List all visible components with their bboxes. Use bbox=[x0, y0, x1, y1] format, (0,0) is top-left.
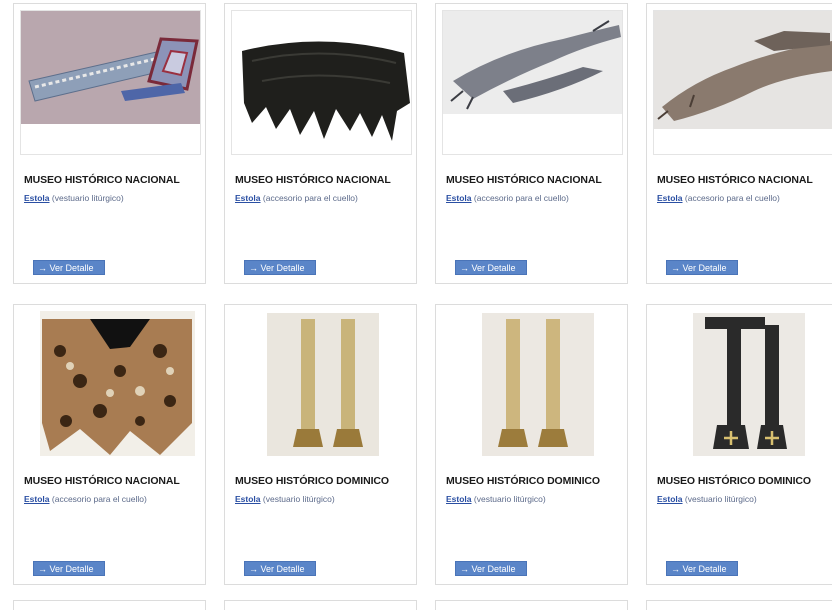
black-fur-stole-icon bbox=[232, 11, 411, 154]
item-card-stub bbox=[13, 600, 206, 610]
item-type: (accesorio para el cuello) bbox=[684, 193, 780, 203]
leopard-print-stole-icon bbox=[20, 311, 201, 456]
item-thumbnail[interactable] bbox=[20, 10, 201, 155]
item-description: Estola (accesorio para el cuello) bbox=[235, 193, 358, 203]
black-cross-stole-icon bbox=[653, 311, 832, 456]
stole-embroidered-icon bbox=[21, 11, 200, 154]
item-thumbnail[interactable] bbox=[20, 311, 201, 456]
item-name-link[interactable]: Estola bbox=[235, 193, 261, 203]
ver-detalle-button[interactable]: → Ver Detalle bbox=[244, 561, 316, 576]
item-description: Estola (vestuario litúrgico) bbox=[446, 494, 546, 504]
item-card: MUSEO HISTÓRICO NACIONAL Estola (accesor… bbox=[435, 3, 628, 284]
grey-fur-stole-icon bbox=[443, 11, 622, 154]
ver-detalle-button[interactable]: → Ver Detalle bbox=[33, 260, 105, 275]
ver-detalle-button[interactable]: → Ver Detalle bbox=[455, 561, 527, 576]
item-card: MUSEO HISTÓRICO NACIONAL Estola (accesor… bbox=[13, 304, 206, 585]
item-description: Estola (accesorio para el cuello) bbox=[657, 193, 780, 203]
gold-liturgical-stole-icon bbox=[231, 311, 412, 456]
museum-name: MUSEO HISTÓRICO NACIONAL bbox=[235, 174, 391, 186]
item-type: (accesorio para el cuello) bbox=[51, 494, 147, 504]
item-thumbnail[interactable] bbox=[653, 10, 832, 155]
item-type: (vestuario litúrgico) bbox=[51, 193, 124, 203]
item-card: MUSEO HISTÓRICO NACIONAL Estola (vestuar… bbox=[13, 3, 206, 284]
item-name-link[interactable]: Estola bbox=[446, 494, 472, 504]
item-thumbnail[interactable] bbox=[442, 311, 623, 456]
item-description: Estola (accesorio para el cuello) bbox=[24, 494, 147, 504]
item-name-link[interactable]: Estola bbox=[24, 193, 50, 203]
item-type: (vestuario litúrgico) bbox=[684, 494, 757, 504]
ver-detalle-button[interactable]: → Ver Detalle bbox=[666, 260, 738, 275]
item-thumbnail[interactable] bbox=[653, 311, 832, 456]
item-card-stub bbox=[224, 600, 417, 610]
ver-detalle-button[interactable]: → Ver Detalle bbox=[455, 260, 527, 275]
item-card: MUSEO HISTÓRICO NACIONAL Estola (accesor… bbox=[646, 3, 832, 284]
ver-detalle-button[interactable]: → Ver Detalle bbox=[666, 561, 738, 576]
item-type: (vestuario litúrgico) bbox=[262, 494, 335, 504]
item-card-stub bbox=[435, 600, 628, 610]
ver-detalle-button[interactable]: → Ver Detalle bbox=[33, 561, 105, 576]
item-type: (vestuario litúrgico) bbox=[473, 494, 546, 504]
item-thumbnail[interactable] bbox=[231, 10, 412, 155]
museum-name: MUSEO HISTÓRICO DOMINICO bbox=[446, 475, 600, 487]
museum-name: MUSEO HISTÓRICO DOMINICO bbox=[657, 475, 811, 487]
item-name-link[interactable]: Estola bbox=[446, 193, 472, 203]
item-description: Estola (vestuario litúrgico) bbox=[657, 494, 757, 504]
item-type: (accesorio para el cuello) bbox=[473, 193, 569, 203]
item-card: MUSEO HISTÓRICO NACIONAL Estola (accesor… bbox=[224, 3, 417, 284]
museum-name: MUSEO HISTÓRICO NACIONAL bbox=[24, 475, 180, 487]
fox-fur-stole-icon bbox=[654, 11, 832, 154]
item-card: MUSEO HISTÓRICO DOMINICO Estola (vestuar… bbox=[435, 304, 628, 585]
ver-detalle-button[interactable]: → Ver Detalle bbox=[244, 260, 316, 275]
item-card: MUSEO HISTÓRICO DOMINICO Estola (vestuar… bbox=[646, 304, 832, 585]
item-description: Estola (accesorio para el cuello) bbox=[446, 193, 569, 203]
item-description: Estola (vestuario litúrgico) bbox=[235, 494, 335, 504]
museum-name: MUSEO HISTÓRICO NACIONAL bbox=[446, 174, 602, 186]
item-name-link[interactable]: Estola bbox=[235, 494, 261, 504]
item-type: (accesorio para el cuello) bbox=[262, 193, 358, 203]
item-card-stub bbox=[646, 600, 832, 610]
museum-name: MUSEO HISTÓRICO NACIONAL bbox=[24, 174, 180, 186]
item-card: MUSEO HISTÓRICO DOMINICO Estola (vestuar… bbox=[224, 304, 417, 585]
item-name-link[interactable]: Estola bbox=[24, 494, 50, 504]
item-thumbnail[interactable] bbox=[442, 10, 623, 155]
item-thumbnail[interactable] bbox=[231, 311, 412, 456]
item-name-link[interactable]: Estola bbox=[657, 193, 683, 203]
item-description: Estola (vestuario litúrgico) bbox=[24, 193, 124, 203]
item-name-link[interactable]: Estola bbox=[657, 494, 683, 504]
museum-name: MUSEO HISTÓRICO DOMINICO bbox=[235, 475, 389, 487]
gold-liturgical-stole-icon bbox=[442, 311, 623, 456]
museum-name: MUSEO HISTÓRICO NACIONAL bbox=[657, 174, 813, 186]
